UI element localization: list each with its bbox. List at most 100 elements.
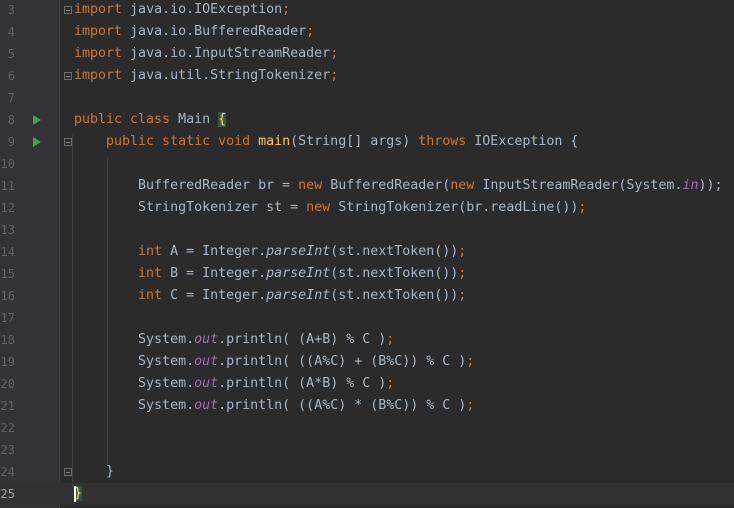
code-token: ; bbox=[330, 46, 339, 61]
code-text[interactable]: int B = Integer.parseInt(st.nextToken())… bbox=[74, 263, 466, 285]
code-token: StringTokenizer(br.readLine()) bbox=[338, 200, 579, 215]
code-text[interactable]: import java.io.BufferedReader; bbox=[74, 21, 314, 43]
run-icon[interactable] bbox=[33, 137, 41, 147]
code-token: System. bbox=[74, 332, 195, 347]
line-number[interactable]: 18 bbox=[0, 329, 15, 351]
code-text[interactable]: System.out.println( ((A%C) + (B%C)) % C … bbox=[74, 351, 474, 373]
line-number[interactable]: 14 bbox=[0, 241, 15, 263]
fold-icon[interactable] bbox=[64, 6, 72, 14]
code-line[interactable]: 9 public static void main(String[] args)… bbox=[0, 131, 734, 153]
code-line[interactable]: 12 StringTokenizer st = new StringTokeni… bbox=[0, 197, 734, 219]
code-text[interactable]: BufferedReader br = new BufferedReader(n… bbox=[74, 175, 722, 197]
code-token: out bbox=[194, 376, 219, 391]
fold-icon[interactable] bbox=[64, 468, 72, 476]
line-number[interactable]: 12 bbox=[0, 197, 15, 219]
line-number[interactable]: 24 bbox=[0, 461, 15, 483]
code-text[interactable]: } bbox=[74, 461, 114, 483]
code-line[interactable]: 11 BufferedReader br = new BufferedReade… bbox=[0, 175, 734, 197]
indent-guide-class bbox=[72, 135, 73, 487]
code-text[interactable]: StringTokenizer st = new StringTokenizer… bbox=[74, 197, 586, 219]
code-text[interactable]: public class Main { bbox=[74, 109, 227, 131]
fold-icon[interactable] bbox=[64, 138, 72, 146]
code-line[interactable]: 17 bbox=[0, 307, 734, 329]
code-token: int bbox=[74, 244, 171, 259]
code-line[interactable]: 4 import java.io.BufferedReader; bbox=[0, 21, 734, 43]
code-line[interactable]: 20 System.out.println( (A*B) % C ); bbox=[0, 373, 734, 395]
line-number[interactable]: 7 bbox=[0, 87, 15, 109]
code-token: ; bbox=[458, 288, 467, 303]
code-token: ; bbox=[458, 244, 467, 259]
code-token: ; bbox=[466, 398, 475, 413]
code-line[interactable]: 23 bbox=[0, 439, 734, 461]
line-number[interactable]: 19 bbox=[0, 351, 15, 373]
code-token: int bbox=[74, 266, 171, 281]
code-text[interactable]: public static void main(String[] args) t… bbox=[74, 131, 578, 153]
line-number[interactable]: 5 bbox=[0, 43, 15, 65]
code-line[interactable]: 14 int A = Integer.parseInt(st.nextToken… bbox=[0, 241, 734, 263]
code-token: IOException { bbox=[474, 134, 579, 149]
code-token: in bbox=[682, 178, 699, 193]
code-line[interactable]: 21 System.out.println( ((A%C) * (B%C)) %… bbox=[0, 395, 734, 417]
code-line[interactable]: 5 import java.io.InputStreamReader; bbox=[0, 43, 734, 65]
code-text[interactable]: int C = Integer.parseInt(st.nextToken())… bbox=[74, 285, 466, 307]
code-token: parseInt bbox=[266, 244, 331, 259]
code-token: .println( ((A%C) + (B%C)) % C ) bbox=[218, 354, 467, 369]
code-token: int bbox=[74, 288, 171, 303]
code-token: InputStreamReader(System. bbox=[482, 178, 683, 193]
code-line[interactable]: 19 System.out.println( ((A%C) + (B%C)) %… bbox=[0, 351, 734, 373]
code-token: ; bbox=[458, 266, 467, 281]
line-number[interactable]: 15 bbox=[0, 263, 15, 285]
code-line[interactable]: 24 } bbox=[0, 461, 734, 483]
code-token: (st.nextToken()) bbox=[330, 288, 459, 303]
code-text[interactable]: System.out.println( (A*B) % C ); bbox=[74, 373, 394, 395]
code-token: Main bbox=[178, 112, 219, 127]
code-line[interactable]: 10 bbox=[0, 153, 734, 175]
line-number[interactable]: 4 bbox=[0, 21, 15, 43]
line-number[interactable]: 25 bbox=[0, 483, 15, 505]
code-line[interactable]: 18 System.out.println( (A+B) % C ); bbox=[0, 329, 734, 351]
code-token: import bbox=[74, 68, 123, 83]
code-line[interactable]: 25} bbox=[0, 483, 734, 505]
code-token: .println( (A+B) % C ) bbox=[218, 332, 387, 347]
code-line[interactable]: 22 bbox=[0, 417, 734, 439]
code-text[interactable]: int A = Integer.parseInt(st.nextToken())… bbox=[74, 241, 466, 263]
code-line[interactable]: 15 int B = Integer.parseInt(st.nextToken… bbox=[0, 263, 734, 285]
code-token: System. bbox=[74, 398, 195, 413]
code-token: (String[] args) bbox=[290, 134, 419, 149]
code-line[interactable]: 16 int C = Integer.parseInt(st.nextToken… bbox=[0, 285, 734, 307]
code-text[interactable]: import java.io.IOException; bbox=[74, 0, 290, 21]
code-line[interactable]: 3 import java.io.IOException; bbox=[0, 0, 734, 21]
line-number[interactable]: 22 bbox=[0, 417, 15, 439]
code-text[interactable]: System.out.println( ((A%C) * (B%C)) % C … bbox=[74, 395, 474, 417]
indent-guide-method bbox=[107, 157, 108, 465]
code-text[interactable]: System.out.println( (A+B) % C ); bbox=[74, 329, 394, 351]
line-number[interactable]: 8 bbox=[0, 109, 15, 131]
fold-icon[interactable] bbox=[64, 72, 72, 80]
code-token: java.io.IOException bbox=[122, 2, 283, 17]
line-number[interactable]: 17 bbox=[0, 307, 15, 329]
code-line[interactable]: 13 bbox=[0, 219, 734, 241]
code-line[interactable]: 8 public class Main { bbox=[0, 109, 734, 131]
line-number[interactable]: 6 bbox=[0, 65, 15, 87]
line-number[interactable]: 9 bbox=[0, 131, 15, 153]
code-line[interactable]: 6 import java.util.StringTokenizer; bbox=[0, 65, 734, 87]
code-token: parseInt bbox=[266, 266, 331, 281]
line-number[interactable]: 11 bbox=[0, 175, 15, 197]
text-caret bbox=[74, 486, 76, 502]
line-number[interactable]: 23 bbox=[0, 439, 15, 461]
run-icon[interactable] bbox=[33, 115, 41, 125]
code-text[interactable]: import java.util.StringTokenizer; bbox=[74, 65, 338, 87]
line-number[interactable]: 20 bbox=[0, 373, 15, 395]
line-number[interactable]: 13 bbox=[0, 219, 15, 241]
code-token: public static void bbox=[74, 134, 259, 149]
code-token: System. bbox=[74, 354, 195, 369]
code-line[interactable]: 7 bbox=[0, 87, 734, 109]
line-number[interactable]: 3 bbox=[0, 0, 15, 21]
line-number[interactable]: 21 bbox=[0, 395, 15, 417]
line-number[interactable]: 16 bbox=[0, 285, 15, 307]
code-token: ; bbox=[330, 68, 339, 83]
line-number[interactable]: 10 bbox=[0, 153, 15, 175]
code-token: java.util.StringTokenizer bbox=[122, 68, 331, 83]
code-token: out bbox=[194, 398, 219, 413]
code-text[interactable]: import java.io.InputStreamReader; bbox=[74, 43, 338, 65]
